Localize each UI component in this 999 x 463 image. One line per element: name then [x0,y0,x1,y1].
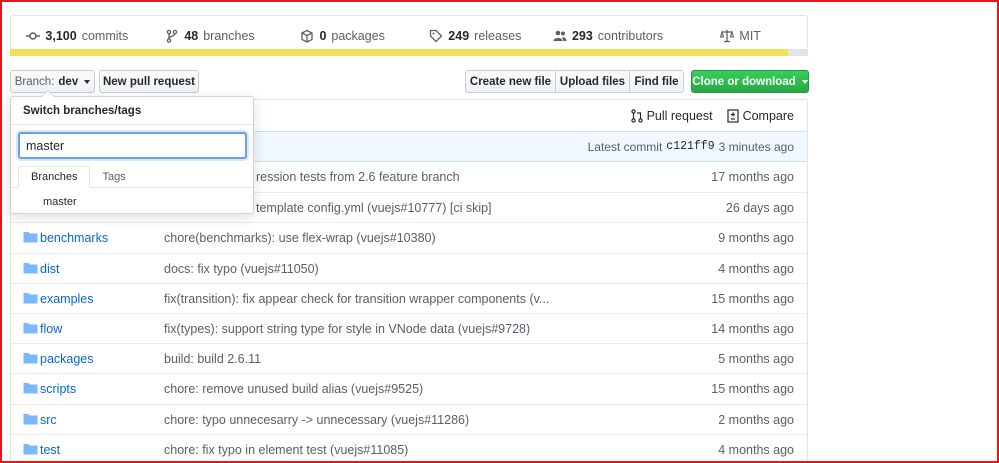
folder-icon [23,353,38,364]
releases-label: releases [474,28,522,43]
diff-icon [726,108,739,123]
tab-branches[interactable]: Branches [18,166,91,188]
branch-item-master[interactable]: master [43,196,77,208]
dropdown-title: Switch branches/tags [11,97,253,125]
branch-icon [167,29,178,43]
file-name[interactable]: scripts [40,382,76,396]
folder-icon [23,322,38,334]
releases-stat[interactable]: 249 releases [409,29,542,43]
packages-stat[interactable]: 0 packages [276,29,409,43]
file-row[interactable]: test chore: fix typo in element test (vue… [11,433,807,463]
create-new-file-button[interactable]: Create new file [465,70,556,93]
commit-message[interactable]: docs: fix typo (vuejs#11050) [164,262,319,276]
commit-icon [26,31,41,40]
file-row[interactable]: benchmarks chore(benchmarks): use flex-wr… [11,222,807,252]
commits-count: 3,100 [45,28,77,43]
contributors-count: 293 [571,28,593,43]
folder-icon [23,232,38,243]
commit-message[interactable]: template config.yml (vuejs#10777) [ci sk… [256,201,492,215]
file-row[interactable]: src chore: typo unnecesarry -> unnecessar… [11,403,807,434]
commit-message[interactable]: fix(types): support string type for styl… [164,322,530,336]
commit-age: 17 months ago [711,170,794,184]
latest-commit-age: 3 minutes ago [718,139,794,154]
people-icon [553,30,567,41]
contributors-label: contributors [597,28,664,43]
commit-message[interactable]: ression tests from 2.6 feature branch [256,170,460,184]
file-row[interactable]: scripts chore: remove unused build alias … [11,373,807,403]
tab-tags[interactable]: Tags [90,166,137,187]
file-name[interactable]: flow [40,322,62,336]
commit-age: 14 months ago [711,321,794,336]
file-row[interactable]: flow fix(types): support string type for … [11,312,807,343]
folder-icon [23,443,38,455]
branch-name: dev [58,75,79,88]
folder-icon [23,292,38,304]
file-row[interactable]: dist docs: fix typo (vuejs#11050) 4 months… [11,252,807,283]
package-icon [301,29,314,43]
file-name[interactable]: dist [40,262,59,276]
releases-count: 249 [448,28,470,43]
commits-stat[interactable]: 3,100 commits [11,29,144,43]
commit-age: 4 months ago [718,261,794,276]
folder-icon [23,383,38,394]
branch-prefix: Branch: [14,75,55,88]
commit-age: 26 days ago [725,201,794,216]
file-row[interactable]: packages build: build 2.6.11 5 months ago [11,343,807,373]
file-row[interactable]: examples fix(transition): fix appear chec… [11,282,807,313]
branches-stat[interactable]: 48 branches [144,29,277,43]
commit-message[interactable]: chore(benchmarks): use flex-wrap (vuejs#… [164,231,436,245]
branch-dropdown: Switch branches/tags Branches Tags maste… [10,90,254,214]
language-bar-other [788,49,808,56]
commit-message[interactable]: chore: typo unnecesarry -> unnecessary (… [164,413,469,427]
file-name[interactable]: test [40,443,60,457]
commit-age: 5 months ago [718,352,794,367]
branches-label: branches [203,28,255,43]
pull-request-icon [630,108,643,123]
commit-message[interactable]: chore: fix typo in element test (vuejs#1… [164,443,408,457]
commit-age: 9 months ago [718,231,794,246]
branch-filter-input[interactable] [18,132,247,159]
branches-count: 48 [184,28,199,43]
contributors-stat[interactable]: 293 contributors [542,29,675,43]
law-icon [720,29,735,42]
pull-request-label: Pull request [646,108,713,123]
commit-message[interactable]: build: build 2.6.11 [164,352,261,366]
compare-link[interactable]: Compare [726,108,794,123]
file-name[interactable]: benchmarks [40,231,108,245]
find-file-button[interactable]: Find file [629,70,684,93]
file-name[interactable]: examples [40,292,94,306]
license-stat[interactable]: MIT [674,29,807,43]
clone-download-button[interactable]: Clone or download [691,70,809,93]
packages-label: packages [331,28,385,43]
commit-age: 4 months ago [718,442,794,457]
upload-files-button[interactable]: Upload files [555,70,630,93]
packages-count: 0 [319,28,327,43]
chevron-down-icon [801,79,808,84]
commit-age: 15 months ago [711,291,794,306]
pull-request-link[interactable]: Pull request [630,108,713,123]
chevron-down-icon [84,79,91,84]
file-name[interactable]: packages [40,352,94,366]
commit-age: 2 months ago [718,412,794,427]
folder-icon [23,262,38,274]
compare-label: Compare [742,108,794,123]
language-bar [10,49,808,56]
commit-sha[interactable]: c121ff9 [666,140,714,153]
file-name[interactable]: src [40,413,57,427]
folder-icon [23,413,38,424]
commit-message[interactable]: fix(transition): fix appear check for tr… [164,292,549,306]
latest-commit-label: Latest commit [587,139,663,154]
commits-label: commits [81,28,129,43]
tag-icon [430,29,443,42]
commit-age: 15 months ago [711,382,794,397]
license-label: MIT [739,28,761,43]
clone-download-label: Clone or download [692,75,796,88]
dropdown-tabs: Branches Tags [11,166,253,188]
commit-message[interactable]: chore: remove unused build alias (vuejs#… [164,382,423,396]
new-pull-request-button[interactable]: New pull request [99,70,199,93]
